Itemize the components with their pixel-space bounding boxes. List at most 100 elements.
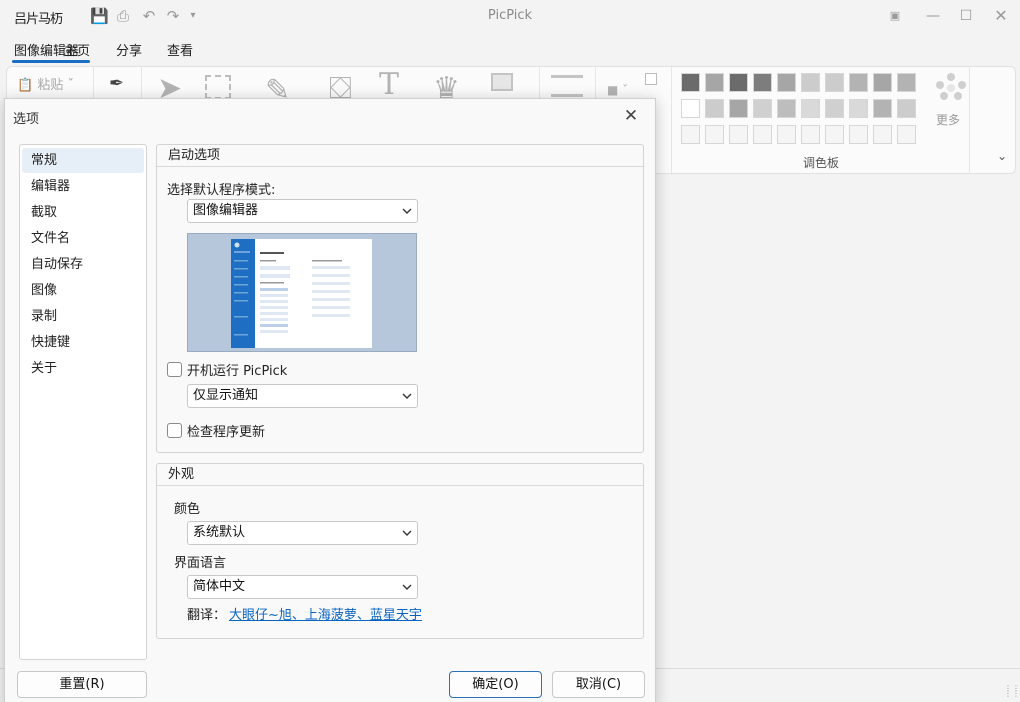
translation-prefix: 翻译：	[187, 608, 227, 623]
nav-item-recording[interactable]: 录制	[22, 304, 144, 329]
palette-swatch[interactable]	[729, 99, 748, 118]
palette-swatch[interactable]	[753, 99, 772, 118]
language-select[interactable]: 简体中文	[187, 575, 418, 599]
language-value: 简体中文	[193, 579, 246, 594]
default-mode-label: 选择默认程序模式:	[167, 183, 276, 198]
palette-swatch[interactable]	[753, 125, 772, 144]
nav-item-about[interactable]: 关于	[22, 356, 144, 381]
translation-credits-link[interactable]: 大眼仔~旭、上海菠萝、蓝星天宇	[229, 604, 422, 623]
ribbon-separator	[969, 67, 970, 173]
check-updates-label[interactable]: 检查程序更新	[187, 421, 265, 440]
paste-button[interactable]: 📋 粘贴 ˇ	[17, 74, 74, 93]
nav-item-autosave[interactable]: 自动保存	[22, 252, 144, 277]
palette-swatch[interactable]	[777, 73, 796, 92]
startup-group-title: 启动选项	[157, 145, 643, 167]
palette-swatch[interactable]	[705, 99, 724, 118]
secondary-color-icon[interactable]	[645, 73, 657, 85]
appearance-group-title: 外观	[157, 464, 643, 486]
paste-label: 粘贴	[37, 78, 64, 93]
more-colors-label[interactable]: 更多	[936, 111, 960, 128]
run-at-startup-label[interactable]: 开机运行 PicPick	[187, 360, 287, 379]
dialog-close-button[interactable]: ✕	[617, 105, 645, 129]
default-mode-value: 图像编辑器	[193, 203, 259, 218]
ribbon-separator	[671, 67, 672, 173]
palette-swatch[interactable]	[825, 125, 844, 144]
palette-swatch[interactable]	[873, 73, 892, 92]
color-picker-icon[interactable]: ✒	[109, 73, 124, 94]
window-title: PicPick	[487, 8, 533, 23]
nav-item-capture[interactable]: 截取	[22, 200, 144, 225]
palette-swatch[interactable]	[897, 73, 916, 92]
default-mode-select[interactable]: 图像编辑器	[187, 199, 418, 223]
appearance-group: 外观 颜色 系统默认 界面语言 简体中文 翻译： 大眼仔~旭、上海菠萝、蓝星天宇	[156, 463, 644, 639]
palette-swatch[interactable]	[753, 73, 772, 92]
palette-swatch[interactable]	[873, 99, 892, 118]
palette-swatch[interactable]	[681, 99, 700, 118]
screenshot-icon[interactable]: ▣	[880, 4, 910, 28]
ribbon-collapse-icon[interactable]: ⌄	[997, 149, 1007, 163]
preview-screenshot-icon	[231, 239, 372, 348]
tab-home[interactable]: 主页	[64, 40, 90, 59]
tab-view[interactable]: 查看	[167, 40, 193, 59]
startup-options-group: 启动选项 选择默认程序模式: 图像编辑器 开机运行 PicPick 仅显示通知 …	[156, 144, 644, 453]
palette-swatch[interactable]	[729, 125, 748, 144]
line-width-icon[interactable]	[551, 75, 583, 97]
app-titlebar: 吕片马杤 💾 ⎙ ↶ ↷ ▾ PicPick ▣ — ☐ ✕	[0, 0, 1020, 32]
palette-swatch[interactable]	[849, 99, 868, 118]
palette-swatch[interactable]	[849, 73, 868, 92]
palette-swatch[interactable]	[777, 99, 796, 118]
shape-icon[interactable]	[491, 73, 513, 91]
more-colors-icon[interactable]	[936, 73, 966, 103]
options-dialog: 选项 ✕ 常规 编辑器 截取 文件名 自动保存 图像 录制 快捷键 关于 启动选…	[4, 98, 656, 702]
text-tool-icon[interactable]: T	[379, 67, 399, 102]
chevron-down-icon	[402, 393, 412, 399]
ok-button[interactable]: 确定(O)	[449, 671, 542, 698]
palette-swatch[interactable]	[897, 99, 916, 118]
run-at-startup-checkbox[interactable]	[167, 362, 182, 377]
palette-swatch[interactable]	[897, 125, 916, 144]
tab-share[interactable]: 分享	[116, 40, 142, 59]
check-updates-checkbox[interactable]	[167, 423, 182, 438]
nav-item-shortcuts[interactable]: 快捷键	[22, 330, 144, 355]
mode-preview-image	[187, 233, 417, 352]
ribbon-tabs: 图像编辑器 主页 分享 查看	[0, 34, 1020, 64]
palette-swatch[interactable]	[801, 99, 820, 118]
palette-swatch[interactable]	[729, 73, 748, 92]
startup-behavior-value: 仅显示通知	[193, 388, 259, 403]
close-window-button[interactable]: ✕	[986, 4, 1016, 28]
rect-select-icon[interactable]	[205, 75, 231, 99]
nav-item-editor[interactable]: 编辑器	[22, 174, 144, 199]
nav-item-general[interactable]: 常规	[22, 148, 144, 173]
chevron-down-icon	[402, 584, 412, 590]
dialog-title: 选项	[13, 112, 40, 127]
fill-color-icon[interactable]: ■ ˇ	[607, 83, 628, 97]
nav-item-filename[interactable]: 文件名	[22, 226, 144, 251]
palette-swatch[interactable]	[705, 73, 724, 92]
resize-grip-icon[interactable]: ⋮⋮ ⋮⋮	[1004, 685, 1020, 698]
options-nav: 常规 编辑器 截取 文件名 自动保存 图像 录制 快捷键 关于	[19, 144, 147, 660]
chevron-down-icon	[402, 530, 412, 536]
palette-swatch[interactable]	[705, 125, 724, 144]
chevron-down-icon	[402, 208, 412, 214]
palette-swatch[interactable]	[849, 125, 868, 144]
palette-swatch[interactable]	[681, 125, 700, 144]
cancel-button[interactable]: 取消(C)	[552, 671, 645, 698]
color-label: 颜色	[174, 502, 201, 517]
reset-button[interactable]: 重置(R)	[17, 671, 147, 698]
color-select[interactable]: 系统默认	[187, 521, 418, 545]
minimize-button[interactable]: —	[918, 4, 948, 28]
palette-swatch[interactable]	[801, 125, 820, 144]
color-value: 系统默认	[193, 525, 246, 540]
palette-label: 调色板	[803, 156, 840, 170]
palette-swatch[interactable]	[825, 99, 844, 118]
palette-swatch[interactable]	[801, 73, 820, 92]
active-tab-indicator	[12, 60, 90, 63]
palette-swatch[interactable]	[681, 73, 700, 92]
palette-swatch[interactable]	[873, 125, 892, 144]
palette-swatch[interactable]	[825, 73, 844, 92]
nav-item-image[interactable]: 图像	[22, 278, 144, 303]
startup-behavior-select[interactable]: 仅显示通知	[187, 384, 418, 408]
language-label: 界面语言	[174, 556, 227, 571]
palette-swatch[interactable]	[777, 125, 796, 144]
maximize-button[interactable]: ☐	[951, 4, 981, 28]
